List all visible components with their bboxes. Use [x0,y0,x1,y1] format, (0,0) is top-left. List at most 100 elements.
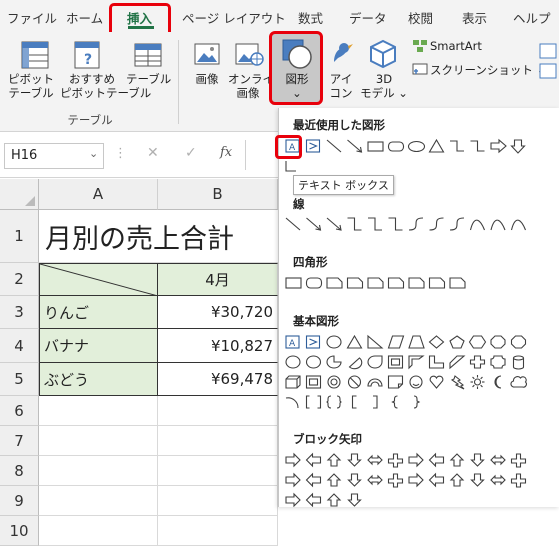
block-arrow-icon[interactable] [367,474,383,486]
line-shape-icon[interactable] [490,219,506,231]
tab-data[interactable]: データ [349,8,387,27]
line-shape-icon[interactable] [510,219,527,231]
basic-shape-arc-icon[interactable] [285,397,299,409]
block-arrow-icon[interactable] [305,492,322,507]
line-shape-icon[interactable] [388,217,403,231]
shape-line-icon[interactable] [326,139,342,153]
basic-shape-lbrace-icon[interactable] [391,395,398,409]
basic-shape-parallelogram-icon[interactable] [387,335,405,349]
tab-home[interactable]: ホーム [66,8,103,27]
basic-shape-octagon-icon[interactable] [510,335,527,349]
block-arrow-icon[interactable] [470,453,485,467]
cell-b2[interactable]: 4月 [158,263,278,296]
line-shape-icon[interactable] [347,217,362,231]
basic-shape-diagstripe-icon[interactable] [449,355,466,370]
shape-L-curve-icon[interactable] [285,161,296,172]
rectangle-shape-icon[interactable] [305,277,323,289]
basic-shape-circle12-icon[interactable] [305,355,322,369]
basic-shape-nosymbol-icon[interactable] [347,375,362,389]
basic-shape-can-icon[interactable] [512,355,525,370]
block-arrow-icon[interactable] [326,473,342,487]
basic-shape-chord-icon[interactable] [348,357,363,370]
shape-elbow2-icon[interactable] [470,140,485,152]
basic-shape-pentagon-icon[interactable] [449,335,465,349]
basic-shape-plaque-icon[interactable] [490,355,506,369]
tab-review[interactable]: 校閲 [408,8,433,27]
cell-a2-diagonal[interactable] [39,263,158,296]
block-arrow-icon[interactable] [408,472,424,488]
cell-a4[interactable]: バナナ [39,329,158,363]
block-arrow-icon[interactable] [367,454,383,466]
table-button[interactable]: テーブル [126,72,171,86]
basic-shape-triangle-icon[interactable] [346,334,363,349]
block-arrow-icon[interactable] [428,472,445,488]
cell-a3[interactable]: りんご [39,296,158,329]
select-all-corner[interactable] [0,179,39,210]
basic-shape-hexagon-icon[interactable] [468,335,487,349]
shape-rightarrow-icon[interactable] [490,138,507,154]
block-arrow-icon[interactable] [305,452,322,468]
insert-function-icon[interactable]: fx [220,145,232,160]
line-shape-icon[interactable] [469,219,486,231]
basic-shape-heptagon-icon[interactable] [490,335,506,349]
basic-shape-cloud-icon[interactable] [510,376,527,388]
row-header-3[interactable]: 3 [0,296,39,329]
block-arrow-icon[interactable] [408,452,424,468]
row-header-4[interactable]: 4 [0,329,39,363]
row-header-1[interactable]: 1 [0,210,39,263]
rectangle-shape-icon[interactable] [326,277,343,289]
block-arrow-icon[interactable] [490,454,506,466]
basic-shape-cross-icon[interactable] [469,355,486,369]
block-arrow-icon[interactable] [387,453,404,468]
shape-rect-icon[interactable] [367,141,384,152]
empty-cell[interactable] [158,426,278,456]
row-header-5[interactable]: 5 [0,363,39,396]
pivot-table-button[interactable]: ピボット テーブル [6,72,56,100]
row-header-9[interactable]: 9 [0,486,39,516]
cancel-icon[interactable]: ✕ [147,145,159,161]
block-arrow-icon[interactable] [326,453,342,467]
basic-shape-bevel-icon[interactable] [305,375,322,389]
block-arrow-icon[interactable] [285,452,301,468]
rectangle-shape-icon[interactable] [285,277,302,289]
row-header-8[interactable]: 8 [0,456,39,486]
block-arrow-icon[interactable] [347,493,362,507]
cell-a1[interactable]: 月別の売上合計 [39,210,278,263]
cell-b5[interactable]: ¥69,478 [158,363,278,396]
basic-shape-rbracket-icon[interactable] [373,395,378,409]
name-box[interactable]: H16 ⌄ [4,143,104,169]
row-header-7[interactable]: 7 [0,426,39,456]
cell-b3[interactable]: ¥30,720 [158,296,278,329]
basic-shape-vtextbox-icon[interactable] [305,335,321,349]
image-button[interactable]: 画像 [190,72,224,86]
line-shape-icon[interactable] [408,217,424,231]
block-arrow-icon[interactable] [510,453,527,468]
basic-shape-frame-icon[interactable] [387,355,404,369]
shape-downarrow-icon[interactable] [510,139,526,154]
enter-icon[interactable]: ✓ [185,145,197,161]
block-arrow-icon[interactable] [449,473,465,487]
shape-arrow-icon[interactable] [347,139,363,153]
column-header-a[interactable]: A [39,179,158,210]
line-shape-icon[interactable] [368,217,382,231]
recommended-pivot-button[interactable]: おすすめ ピボットテーブル [60,72,151,100]
basic-shape-dbracket-icon[interactable] [305,395,322,409]
name-box-dropdown-icon[interactable]: ⌄ [89,147,98,160]
3d-model-button[interactable]: 3D モデル ⌄ [360,72,408,100]
line-shape-icon[interactable] [449,217,465,231]
block-arrow-icon[interactable] [490,474,506,486]
block-arrow-icon[interactable] [347,453,362,467]
block-arrow-icon[interactable] [387,473,404,488]
screenshot-button[interactable]: スクリーンショット ⌄ [430,62,546,78]
basic-shape-blockarc-icon[interactable] [367,378,383,387]
tab-page-layout[interactable]: ページ レイアウト [182,8,286,27]
empty-cell[interactable] [39,456,158,486]
tab-file[interactable]: ファイル [7,8,57,27]
empty-cell[interactable] [39,516,158,546]
basic-shape-donut-icon[interactable] [327,375,341,389]
rectangle-shape-icon[interactable] [346,277,364,289]
basic-shape-righttri-icon[interactable] [367,334,384,349]
basic-shape-moon-icon[interactable] [494,375,502,389]
empty-cell[interactable] [158,396,278,426]
empty-cell[interactable] [39,426,158,456]
